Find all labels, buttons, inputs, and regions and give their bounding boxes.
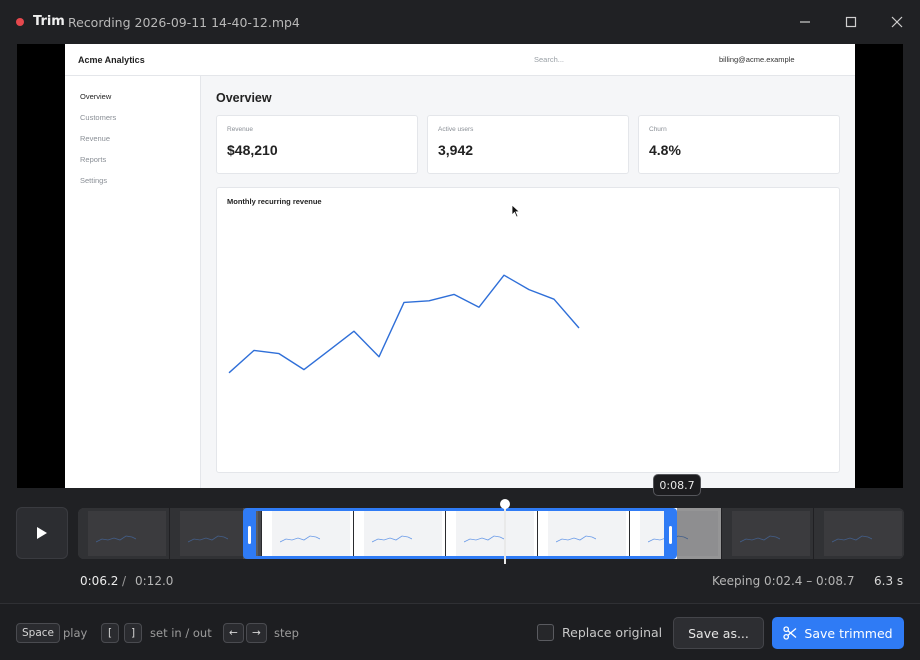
card-value: 4.8%: [649, 142, 681, 158]
hint-play: play: [63, 626, 88, 640]
recorded-header: Acme Analytics Search... billing@acme.ex…: [65, 44, 855, 76]
footer-bar: Space play [ ] set in / out ← → step Rep…: [0, 603, 920, 660]
recorded-nav-overview: Overview: [80, 92, 112, 101]
card-label: Active users: [438, 126, 474, 133]
kbd-arrow-right: →: [246, 623, 267, 643]
card-value: 3,942: [438, 142, 474, 158]
kbd-bracket-left: [: [101, 623, 119, 643]
play-icon: [37, 527, 47, 539]
recorded-nav-revenue: Revenue: [80, 134, 111, 143]
save-trimmed-label: Save trimmed: [804, 625, 893, 641]
close-icon: [891, 16, 903, 28]
recorded-frame: Acme Analytics Search... billing@acme.ex…: [65, 44, 855, 488]
recorded-nav-customers: Customers: [80, 113, 117, 122]
kbd-space: Space: [16, 623, 60, 643]
selection-duration: 6.3 s: [874, 574, 904, 588]
recorded-card-active-users: Active users 3,942: [427, 115, 629, 174]
trimmed-out-region: [677, 508, 904, 559]
current-time: 0:06.2: [80, 574, 119, 588]
replace-original-label[interactable]: Replace original: [562, 625, 662, 640]
recorded-chart-card: Monthly recurring revenue: [216, 187, 840, 473]
trimmed-out-region: [78, 508, 243, 559]
hint-set-in-out: set in / out: [150, 626, 212, 640]
in-handle[interactable]: [248, 526, 251, 544]
close-button[interactable]: [882, 8, 912, 36]
kbd-arrow-left: ←: [223, 623, 244, 643]
playhead[interactable]: [504, 504, 506, 564]
card-label: Churn: [649, 126, 667, 133]
save-trimmed-button[interactable]: Save trimmed: [772, 617, 904, 649]
playhead-knob[interactable]: [500, 499, 510, 509]
trim-selection[interactable]: [243, 508, 677, 559]
video-preview[interactable]: Acme Analytics Search... billing@acme.ex…: [17, 44, 903, 488]
recorded-card-churn: Churn 4.8%: [638, 115, 840, 174]
time-separator: /: [122, 574, 127, 588]
recorded-user-email: billing@acme.example: [719, 55, 795, 64]
revenue-line-chart: [228, 274, 580, 374]
mouse-cursor-icon: [511, 204, 521, 218]
hint-step: step: [274, 626, 299, 640]
recorded-card-revenue: Revenue $48,210: [216, 115, 418, 174]
recorded-brand: Acme Analytics: [78, 55, 145, 65]
file-name: Recording 2026-09-11 14-40-12.mp4: [68, 15, 300, 30]
keeping-range: Keeping 0:02.4 – 0:08.7: [712, 574, 855, 588]
play-button[interactable]: [16, 507, 68, 559]
kbd-bracket-right: ]: [124, 623, 142, 643]
recording-dot-icon: [16, 18, 24, 26]
title-bar: Trim Recording 2026-09-11 14-40-12.mp4: [0, 0, 920, 44]
replace-original-checkbox[interactable]: [537, 624, 554, 641]
chart-series-line: [228, 274, 580, 374]
scissors-icon: [783, 626, 797, 640]
card-value: $48,210: [227, 142, 278, 158]
playhead-tooltip: 0:08.7: [653, 474, 701, 496]
minimize-button[interactable]: [790, 8, 820, 36]
minimize-icon: [800, 21, 810, 23]
recorded-page-title: Overview: [216, 91, 272, 105]
recorded-nav-reports: Reports: [80, 155, 107, 164]
total-time: 0:12.0: [135, 574, 174, 588]
maximize-icon: [845, 16, 857, 28]
out-handle[interactable]: [669, 526, 672, 544]
app-title: Trim: [33, 14, 65, 29]
recorded-nav-settings: Settings: [80, 176, 108, 185]
recorded-search: Search...: [534, 55, 565, 64]
save-as-button[interactable]: Save as...: [673, 617, 764, 649]
card-label: Revenue: [227, 126, 254, 133]
maximize-button[interactable]: [836, 8, 866, 36]
recorded-sidebar: Overview Customers Revenue Reports Setti…: [65, 76, 201, 488]
